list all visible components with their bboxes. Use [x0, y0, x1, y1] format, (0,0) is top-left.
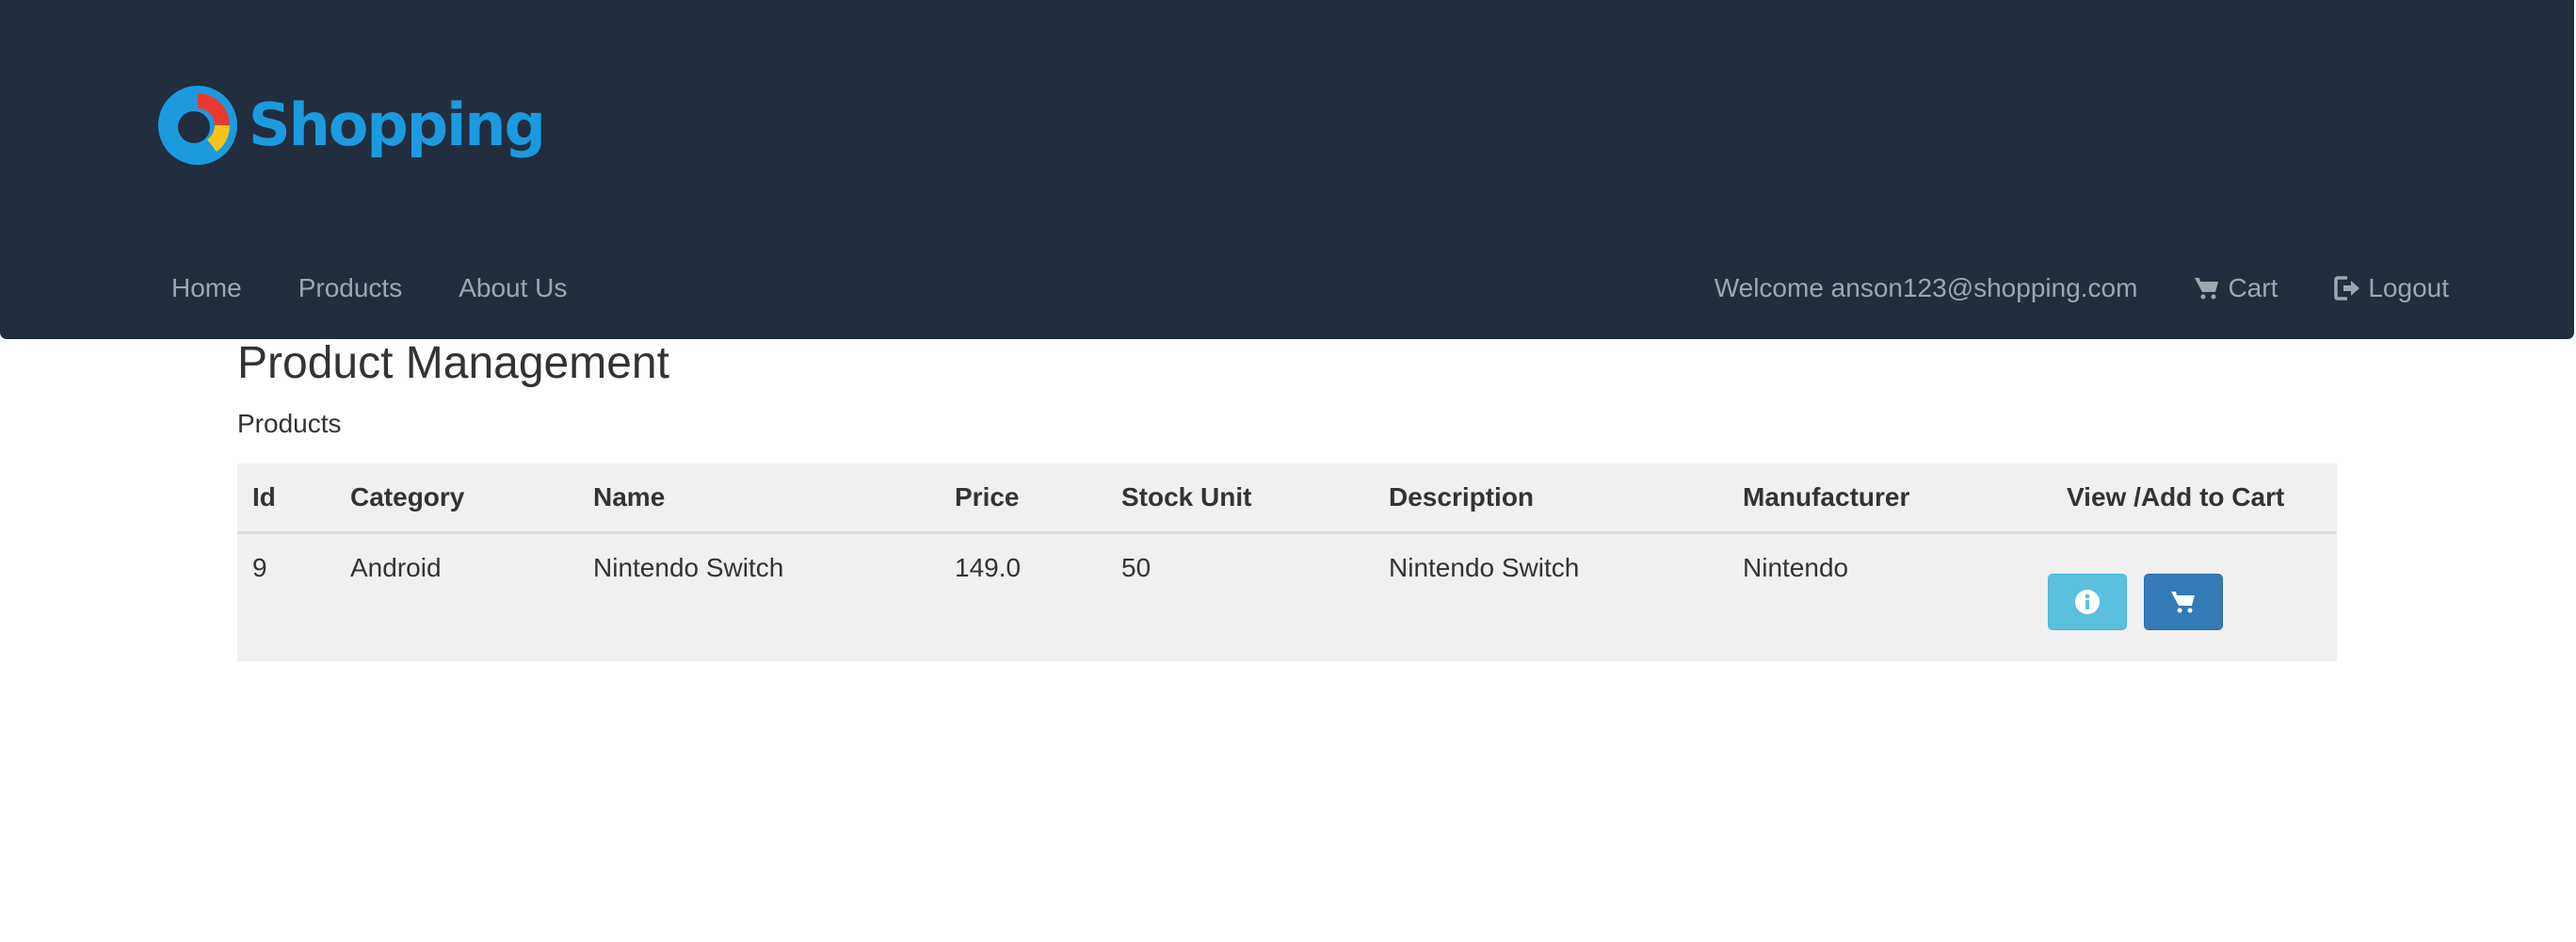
user-nav: Welcome anson123@shopping.com Cart Logou…: [1715, 269, 2449, 307]
cart-icon: [2171, 592, 2195, 613]
section-label: Products: [237, 409, 342, 438]
header-price: Price: [940, 463, 1106, 534]
table-header-row: Id Category Name Price Stock Unit Descri…: [237, 463, 2337, 534]
welcome-message: Welcome anson123@shopping.com: [1714, 273, 2138, 302]
header-category: Category: [335, 463, 578, 534]
header-description: Description: [1374, 463, 1728, 534]
logout-label: Logout: [2368, 273, 2449, 302]
table-row: 9 Android Nintendo Switch 149.0 50 Ninte…: [237, 533, 2337, 661]
cell-stock-unit: 50: [1121, 553, 1151, 582]
info-icon: [2075, 590, 2100, 614]
header-name: Name: [578, 463, 940, 534]
brand-logo[interactable]: Shopping: [158, 86, 546, 165]
nav-home[interactable]: Home: [171, 269, 242, 307]
cart-label: Cart: [2228, 273, 2278, 302]
header-id: Id: [237, 463, 335, 534]
main-content: Product Management Products Id Category …: [237, 335, 2337, 661]
brand-name: Shopping: [249, 90, 546, 159]
view-product-button[interactable]: [2048, 574, 2127, 630]
nav-products[interactable]: Products: [298, 269, 403, 307]
cell-name: Nintendo Switch: [593, 553, 784, 582]
cell-description: Nintendo Switch: [1389, 553, 1580, 582]
logout-icon: [2334, 276, 2360, 300]
main-nav: Home Products About Us: [171, 269, 567, 307]
cell-id: 9: [252, 553, 267, 582]
cell-actions: [2048, 533, 2337, 661]
row-actions: [2048, 574, 2337, 630]
shopping-logo-icon: [158, 86, 237, 165]
cell-category: Android: [350, 553, 442, 582]
top-navbar: Shopping Home Products About Us Welcome …: [0, 0, 2574, 339]
add-to-cart-button[interactable]: [2144, 574, 2223, 630]
cell-manufacturer: Nintendo: [1743, 553, 1849, 582]
products-table: Id Category Name Price Stock Unit Descri…: [237, 463, 2337, 661]
header-manufacturer: Manufacturer: [1728, 463, 2052, 534]
nav-logout[interactable]: Logout: [2334, 269, 2449, 307]
header-view-add-to-cart: View /Add to Cart: [2052, 463, 2337, 534]
page-title: Product Management: [237, 338, 669, 388]
cell-price: 149.0: [955, 553, 1022, 582]
cart-icon: [2195, 278, 2219, 300]
header-stock-unit: Stock Unit: [1106, 463, 1374, 534]
nav-about-us[interactable]: About Us: [459, 269, 567, 307]
nav-cart[interactable]: Cart: [2194, 269, 2278, 307]
